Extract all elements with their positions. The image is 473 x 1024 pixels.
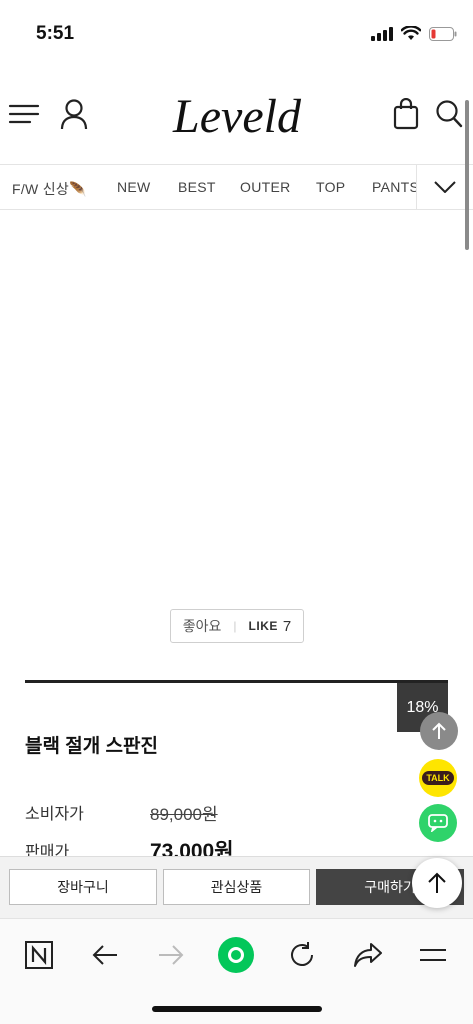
arrow-up-icon xyxy=(428,872,446,893)
green-dot-icon xyxy=(218,937,254,973)
status-bar: 5:51 xyxy=(0,0,473,64)
like-label-en: LIKE xyxy=(248,619,278,633)
chat-bubble-icon xyxy=(428,814,448,832)
kakao-talk-label: TALK xyxy=(422,771,454,785)
status-icons xyxy=(371,26,457,41)
consumer-price: 89,000원 xyxy=(150,805,218,824)
add-to-cart-button[interactable]: 장바구니 xyxy=(9,869,157,905)
reload-button[interactable] xyxy=(280,933,324,977)
arrow-right-icon xyxy=(159,945,184,965)
category-pants[interactable]: PANTS xyxy=(372,179,419,195)
like-separator: | xyxy=(233,619,237,633)
search-icon xyxy=(436,100,463,128)
hamburger-icon xyxy=(8,104,40,124)
cart-button[interactable] xyxy=(390,96,422,132)
menu-lines-icon xyxy=(420,949,446,961)
category-best[interactable]: BEST xyxy=(178,179,216,195)
brand-logo[interactable]: Leveld xyxy=(150,80,325,150)
category-nav: F/W 신상🪶 NEW BEST OUTER TOP PANTS xyxy=(0,164,473,210)
arrow-left-icon xyxy=(92,945,117,965)
wishlist-button[interactable]: 관심상품 xyxy=(163,869,310,905)
scroll-to-top-button[interactable] xyxy=(412,858,462,908)
like-count: 7 xyxy=(282,617,292,635)
search-button[interactable] xyxy=(432,96,466,132)
scroll-up-floating-button[interactable] xyxy=(420,712,458,750)
header: Leveld xyxy=(0,64,473,164)
status-time: 5:51 xyxy=(36,23,75,44)
browser-menu-button[interactable] xyxy=(411,933,455,977)
svg-text:Jeongrjoruro: Jeongrjoruro xyxy=(107,488,343,530)
product-name: 블랙 절개 스판진 xyxy=(25,736,158,757)
forward-button[interactable] xyxy=(149,933,193,977)
arrow-up-icon xyxy=(432,722,446,739)
category-new[interactable]: NEW xyxy=(117,179,151,195)
scroll-indicator[interactable] xyxy=(465,100,469,250)
like-label-ko: 좋아요 xyxy=(182,618,222,634)
menu-button[interactable] xyxy=(6,98,42,130)
category-outer[interactable]: OUTER xyxy=(240,179,291,195)
naver-n-icon xyxy=(25,941,53,969)
category-fw-new[interactable]: F/W 신상🪶 xyxy=(12,179,87,199)
category-top[interactable]: TOP xyxy=(316,179,345,195)
share-button[interactable] xyxy=(346,933,390,977)
naver-home-button[interactable] xyxy=(17,933,61,977)
shopping-bag-icon xyxy=(393,98,419,130)
wifi-icon xyxy=(401,26,421,40)
battery-low-icon xyxy=(429,26,457,41)
purchase-action-bar: 장바구니 관심상품 구매하기 xyxy=(0,856,473,918)
chevron-down-icon xyxy=(434,181,456,193)
kakao-talk-button[interactable]: TALK xyxy=(419,759,457,797)
divider xyxy=(25,680,448,683)
signal-icon xyxy=(371,26,393,41)
green-dot-button[interactable] xyxy=(214,933,258,977)
logo-text: Leveld xyxy=(172,90,302,143)
user-icon xyxy=(60,99,88,130)
chat-button[interactable] xyxy=(419,804,457,842)
like-button[interactable]: 좋아요 | LIKE 7 xyxy=(170,609,304,643)
account-button[interactable] xyxy=(58,96,90,132)
share-arrow-icon xyxy=(354,943,382,967)
back-button[interactable] xyxy=(83,933,127,977)
home-indicator[interactable] xyxy=(152,1006,322,1012)
consumer-price-label: 소비자가 xyxy=(25,806,84,823)
reload-icon xyxy=(291,942,313,966)
